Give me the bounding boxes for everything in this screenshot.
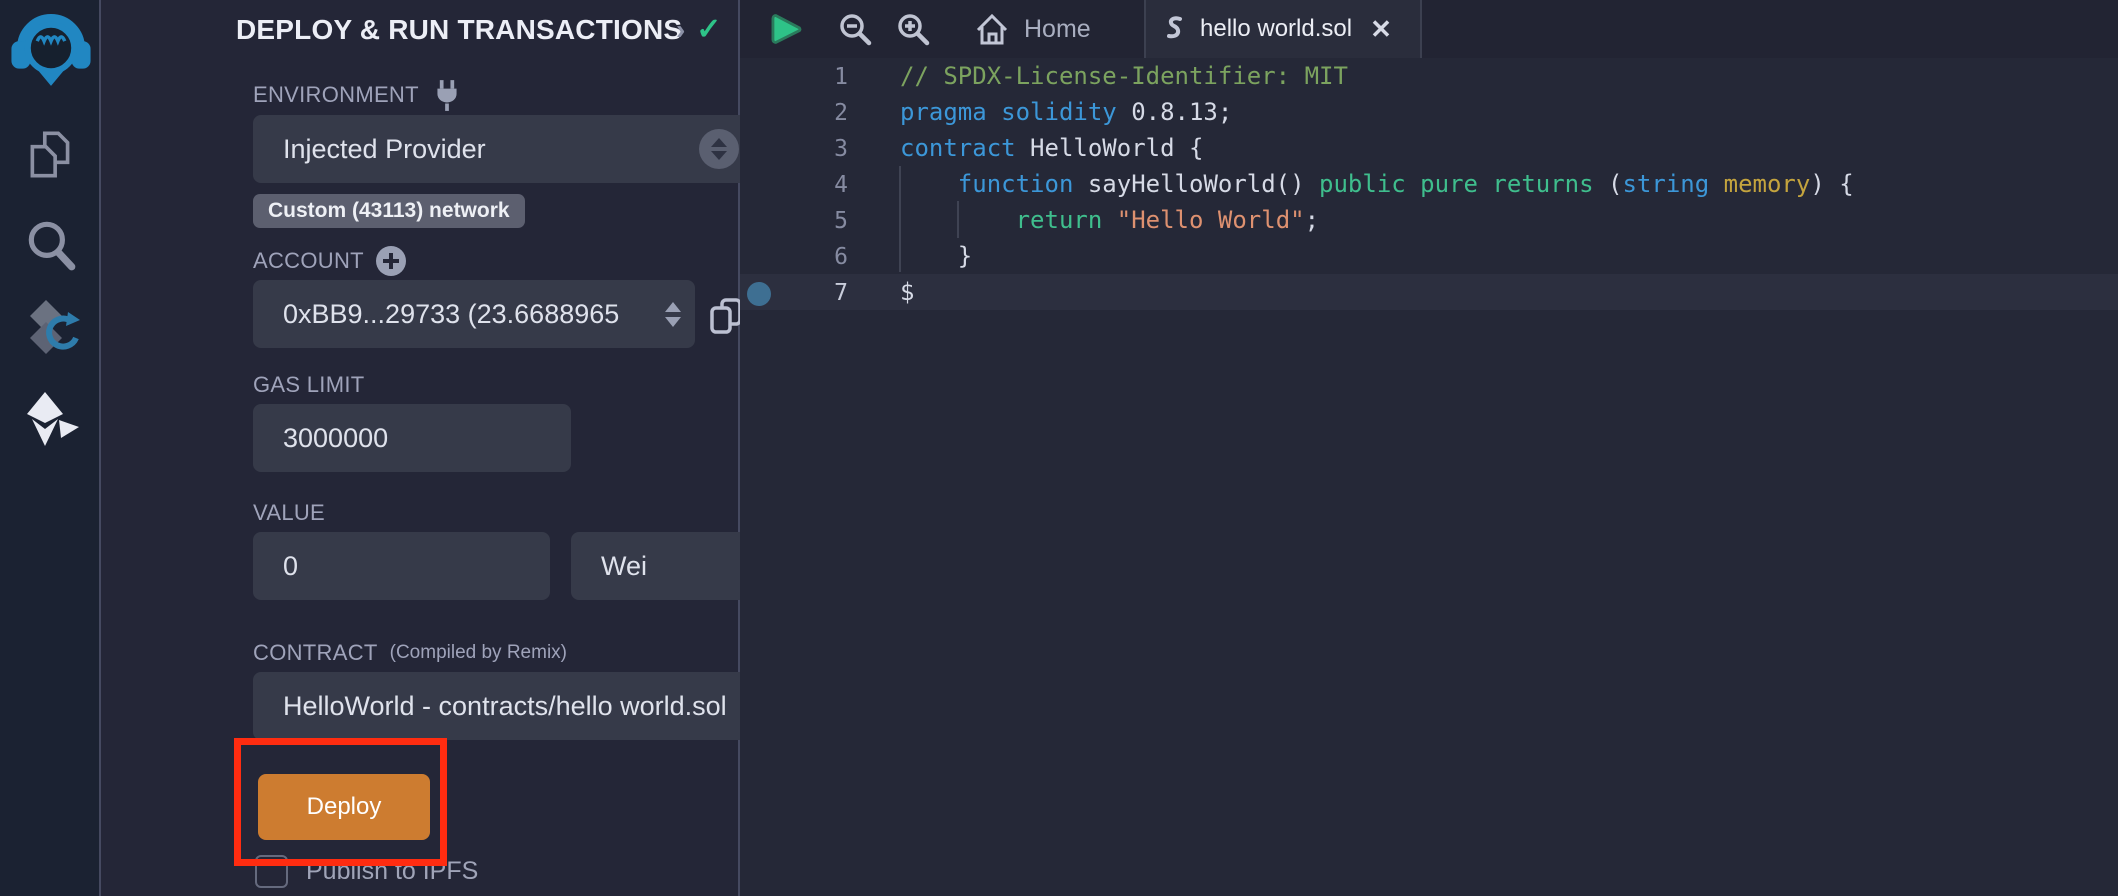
line-number: 4	[740, 167, 848, 203]
tab-home[interactable]: Home	[962, 0, 1103, 58]
code-line-2[interactable]: 2 pragma solidity 0.8.13;	[740, 94, 2118, 130]
deploy-run-panel: DEPLOY & RUN TRANSACTIONS ✓ › ENVIRONMEN…	[103, 0, 740, 896]
file-explorer-icon[interactable]	[0, 126, 101, 184]
solidity-compiler-icon[interactable]	[0, 296, 101, 362]
activity-bar	[0, 0, 101, 896]
tab-home-label: Home	[1024, 15, 1091, 44]
account-label-text: ACCOUNT	[253, 248, 364, 274]
compiler-icon	[18, 296, 84, 362]
code-text: // SPDX-License-Identifier: MIT	[900, 62, 1348, 90]
magnifier-icon	[22, 216, 80, 274]
tab-hello-world-sol[interactable]: hello world.sol ✕	[1144, 0, 1422, 58]
contract-value: HelloWorld - contracts/hello world.sol	[283, 691, 727, 722]
panel-title: DEPLOY & RUN TRANSACTIONS	[236, 14, 682, 46]
gas-limit-input[interactable]: 3000000	[253, 404, 571, 472]
gas-limit-label-text: GAS LIMIT	[253, 372, 365, 398]
code-line-1[interactable]: 1 // SPDX-License-Identifier: MIT	[740, 58, 2118, 94]
environment-label-text: ENVIRONMENT	[253, 82, 419, 108]
indent-guide	[899, 166, 901, 272]
value-label-text: VALUE	[253, 500, 325, 526]
publish-ipfs-checkbox[interactable]	[255, 855, 288, 888]
zoom-out-icon	[838, 12, 872, 46]
line-number: 3	[740, 131, 848, 167]
search-icon[interactable]	[0, 216, 101, 274]
plug-icon	[431, 78, 463, 112]
account-select[interactable]: 0xBB9...29733 (23.6688965	[253, 280, 695, 348]
code-area[interactable]: 1 // SPDX-License-Identifier: MIT 2 pragma …	[740, 58, 2118, 896]
home-icon	[974, 12, 1010, 46]
editor-pane: Home hello world.sol ✕ 1 // SPDX-License-…	[740, 0, 2118, 896]
network-badge: Custom (43113) network	[253, 194, 525, 228]
indent-guide	[957, 201, 959, 238]
ethereum-arrow-icon	[21, 390, 81, 448]
code-line-4[interactable]: 4 function sayHelloWorld() public pure r…	[740, 166, 2118, 202]
contract-sublabel: (Compiled by Remix)	[390, 642, 567, 664]
account-value: 0xBB9...29733 (23.6688965	[283, 299, 619, 330]
value-unit: Wei	[601, 551, 647, 582]
code-line-7[interactable]: 7$	[740, 274, 2118, 310]
code-line-6[interactable]: 6 }	[740, 238, 2118, 274]
zoom-in-button[interactable]	[896, 0, 930, 58]
environment-label: ENVIRONMENT	[253, 78, 463, 112]
code-text: contract HelloWorld {	[900, 134, 1203, 162]
contract-label: CONTRACT (Compiled by Remix)	[253, 640, 567, 666]
value-label: VALUE	[253, 500, 325, 526]
remix-logo-icon	[8, 8, 94, 88]
account-label: ACCOUNT	[253, 246, 406, 276]
run-script-button[interactable]	[770, 0, 804, 58]
add-account-icon[interactable]	[376, 246, 406, 276]
chevron-right-icon[interactable]: ›	[676, 14, 685, 46]
line-number: 6	[740, 239, 848, 275]
code-text: pragma solidity 0.8.13;	[900, 98, 1232, 126]
value-input[interactable]: 0	[253, 532, 550, 600]
files-icon	[22, 126, 80, 184]
gas-limit-value: 3000000	[283, 423, 388, 454]
environment-value: Injected Provider	[283, 134, 486, 165]
breakpoint-dot[interactable]	[747, 282, 771, 306]
publish-ipfs-label: Publish to IPFS	[306, 857, 478, 886]
line-number: 1	[740, 59, 848, 95]
deploy-button[interactable]: Deploy	[258, 774, 430, 840]
play-icon	[770, 11, 804, 47]
code-line-3[interactable]: 3 contract HelloWorld {	[740, 130, 2118, 166]
check-icon: ✓	[696, 12, 721, 47]
stepper-icon	[699, 129, 739, 169]
contract-label-text: CONTRACT	[253, 640, 378, 666]
code-text: function sayHelloWorld() public pure ret…	[900, 170, 1854, 198]
deploy-run-icon[interactable]	[0, 390, 101, 448]
line-number: 5	[740, 203, 848, 239]
zoom-out-button[interactable]	[838, 0, 872, 58]
environment-select[interactable]: Injected Provider	[253, 115, 753, 183]
publish-row: Publish to IPFS	[255, 855, 478, 888]
stepper-icon	[665, 280, 681, 348]
code-lines: 1 // SPDX-License-Identifier: MIT 2 pragma …	[740, 58, 2118, 310]
code-text: }	[900, 242, 972, 270]
remix-logo[interactable]	[0, 8, 101, 88]
code-text: return "Hello World";	[900, 206, 1319, 234]
gas-limit-label: GAS LIMIT	[253, 372, 365, 398]
line-number: 2	[740, 95, 848, 131]
code-line-5[interactable]: 5 return "Hello World";	[740, 202, 2118, 238]
code-text: $	[900, 278, 914, 306]
close-tab-icon[interactable]: ✕	[1370, 14, 1392, 45]
contract-select[interactable]: HelloWorld - contracts/hello world.sol	[253, 672, 789, 740]
zoom-in-icon	[896, 12, 930, 46]
tab-file-label: hello world.sol	[1200, 15, 1352, 43]
solidity-file-icon	[1164, 14, 1186, 44]
editor-tabbar: Home hello world.sol ✕	[740, 0, 2118, 58]
value-amount: 0	[283, 551, 298, 582]
